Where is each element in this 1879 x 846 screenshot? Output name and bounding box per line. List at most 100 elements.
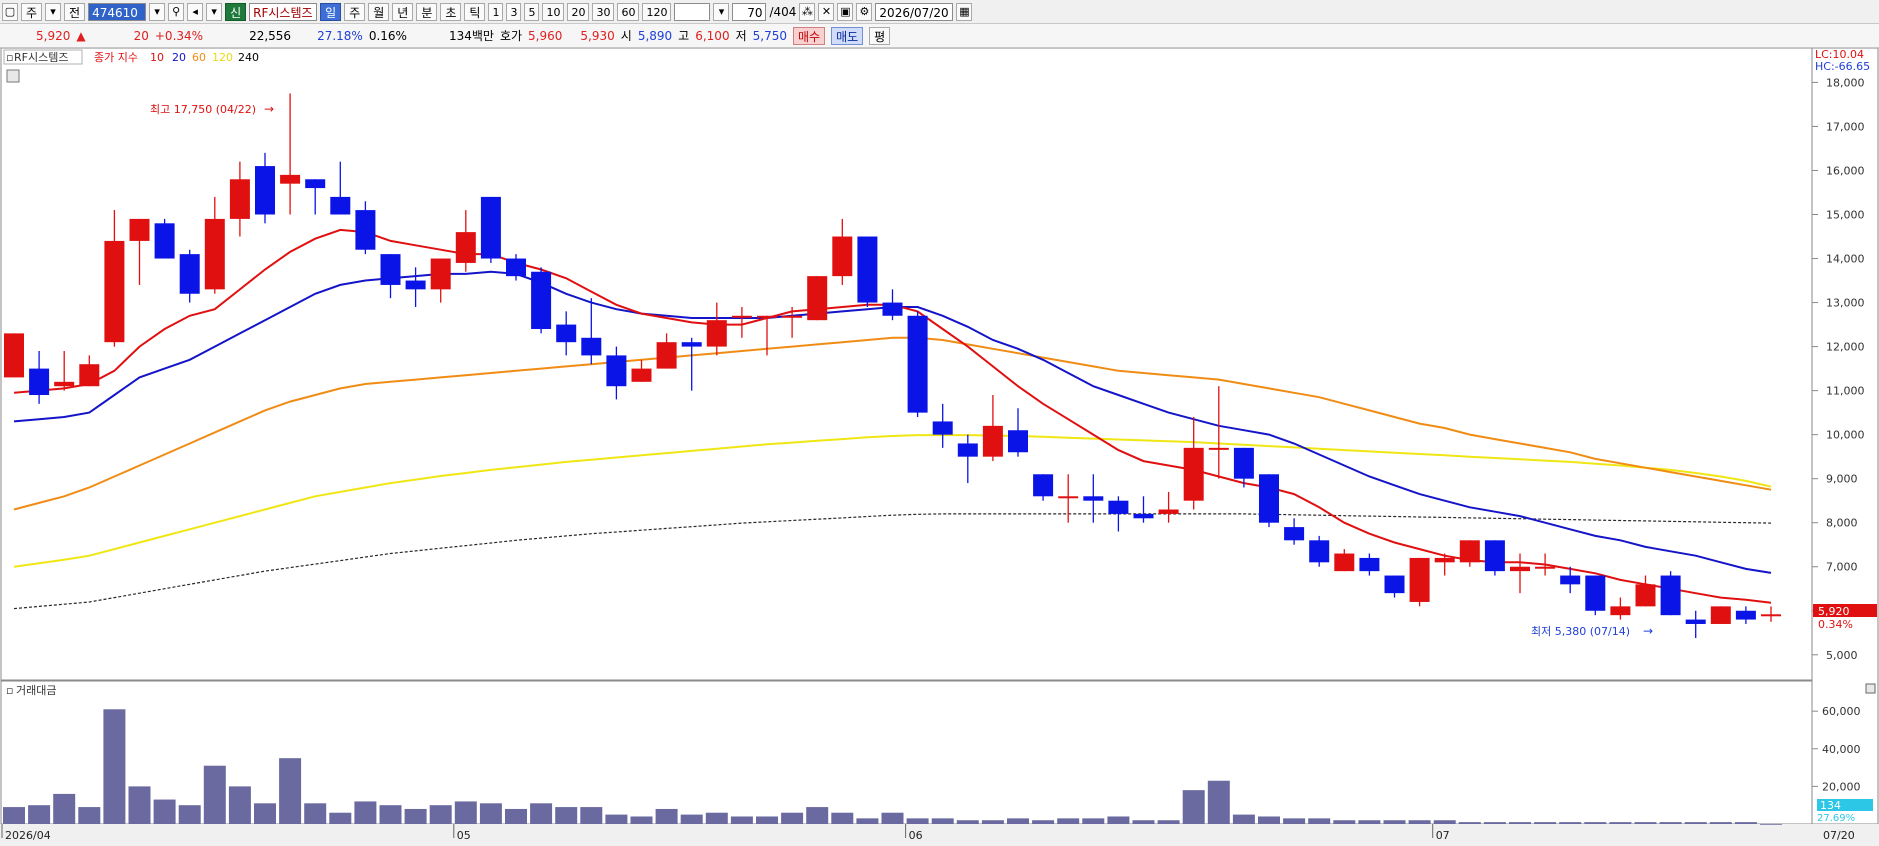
volume-bar bbox=[605, 814, 628, 824]
volume-pct-tag: 27.69% bbox=[1817, 813, 1855, 824]
up-arrow-icon: ▲ bbox=[76, 28, 86, 43]
candle-body bbox=[1284, 527, 1305, 541]
volume-bar bbox=[1584, 822, 1607, 824]
candle-body bbox=[581, 337, 602, 356]
custom-interval-input[interactable] bbox=[674, 2, 711, 21]
candle-body bbox=[857, 236, 878, 303]
candle-body bbox=[305, 179, 326, 189]
high-price: 6,100 bbox=[695, 28, 730, 43]
evaluate-button[interactable]: 평 bbox=[869, 26, 891, 45]
tab-period-week[interactable]: 주 bbox=[344, 2, 366, 21]
date-input[interactable]: 2026/07/20 bbox=[875, 2, 954, 21]
volume-bar bbox=[1283, 818, 1306, 824]
volume-bar bbox=[1483, 822, 1506, 824]
window-icon[interactable]: ▢ bbox=[2, 2, 18, 21]
volume-bar bbox=[1684, 822, 1707, 824]
interval-60[interactable]: 60 bbox=[617, 2, 640, 21]
volume-bar bbox=[1433, 820, 1456, 824]
price-tick-label: 10,000 bbox=[1826, 429, 1865, 442]
low-price: 5,750 bbox=[752, 28, 787, 43]
volume-bar bbox=[1333, 820, 1356, 824]
volume-bar bbox=[806, 807, 829, 824]
candle-body bbox=[1660, 575, 1681, 616]
interval-20[interactable]: 20 bbox=[567, 2, 590, 21]
save-icon[interactable]: ▣ bbox=[837, 2, 854, 21]
tab-period-minute[interactable]: 분 bbox=[416, 2, 438, 21]
cross-cursor-icon[interactable]: ✕ bbox=[818, 2, 835, 21]
volume-bar bbox=[28, 805, 51, 824]
chevron-down-icon[interactable]: ▾ bbox=[45, 2, 62, 21]
volume-bar bbox=[354, 801, 377, 824]
candle-body bbox=[1208, 447, 1229, 450]
search-icon[interactable]: ⚲ bbox=[168, 2, 185, 21]
interval-30[interactable]: 30 bbox=[592, 2, 615, 21]
candle-body bbox=[1510, 566, 1530, 572]
price-tick-label: 9,000 bbox=[1826, 473, 1858, 486]
volume-bar bbox=[906, 818, 929, 824]
volume-last-tag-text: 134 bbox=[1820, 799, 1841, 812]
candle-body bbox=[229, 179, 250, 219]
interval-10[interactable]: 10 bbox=[542, 2, 565, 21]
candle-body bbox=[54, 381, 75, 387]
legend-dot: ▫ bbox=[6, 51, 13, 64]
x-axis-area bbox=[0, 824, 1879, 846]
candle-body bbox=[882, 302, 903, 316]
interval-1[interactable]: 1 bbox=[488, 2, 504, 21]
candle-body bbox=[1635, 584, 1656, 607]
trade-volume: 22,556 bbox=[249, 28, 292, 43]
volume-panel-close-icon[interactable] bbox=[1865, 683, 1876, 694]
candle-body bbox=[1560, 575, 1581, 585]
tab-period-day[interactable]: 일 bbox=[320, 2, 342, 21]
sell-button[interactable]: 매도 bbox=[831, 26, 864, 45]
stock-code-input[interactable]: 474610 bbox=[88, 2, 147, 21]
candle-body bbox=[255, 166, 275, 215]
tab-period-tick[interactable]: 틱 bbox=[464, 2, 486, 21]
table-toggle-icon[interactable] bbox=[6, 69, 20, 83]
trade-amount: 134백만 bbox=[448, 29, 494, 43]
volume-bar bbox=[555, 807, 578, 824]
volume-bar bbox=[1132, 820, 1155, 824]
stock-name-field[interactable]: RF시스템즈 bbox=[249, 2, 318, 21]
candle-body bbox=[1761, 614, 1781, 617]
speaker-icon[interactable]: ◂ bbox=[187, 2, 204, 21]
tab-period-second[interactable]: 초 bbox=[440, 2, 462, 21]
stock-chart[interactable]: ▫ RF시스템즈 종가 지수 10 20 60 120 240 LC:10.04… bbox=[0, 48, 1879, 846]
interval-5[interactable]: 5 bbox=[524, 2, 540, 21]
candle-body bbox=[1259, 474, 1279, 523]
quote-bar: 5,920 ▲ 20 +0.34% 22,556 27.18% 0.16% 13… bbox=[0, 24, 1879, 48]
open-label: 시 bbox=[620, 29, 632, 43]
period-main-button[interactable]: 주 bbox=[21, 2, 43, 21]
low-label: 저 bbox=[735, 29, 747, 43]
interval-dropdown-icon[interactable]: ▾ bbox=[713, 2, 730, 21]
legend-ma120: 120 bbox=[212, 51, 233, 64]
candle-body bbox=[982, 425, 1003, 457]
volume-bar bbox=[203, 765, 226, 824]
market-type-button[interactable]: 전 bbox=[64, 2, 86, 21]
candle-body bbox=[104, 240, 125, 343]
tab-period-year[interactable]: 년 bbox=[392, 2, 414, 21]
gear-icon[interactable]: ⚙ bbox=[856, 2, 873, 21]
display-count-input[interactable]: 70 bbox=[732, 2, 767, 21]
interval-3[interactable]: 3 bbox=[506, 2, 522, 21]
candle-body bbox=[355, 210, 376, 250]
buy-button[interactable]: 매수 bbox=[792, 26, 826, 45]
tab-period-month[interactable]: 월 bbox=[368, 2, 390, 21]
volume-bar bbox=[329, 812, 352, 824]
volume-panel-title: 거래대금 bbox=[16, 684, 56, 697]
candle-body bbox=[1108, 500, 1129, 514]
volume-bar bbox=[1032, 820, 1055, 824]
candle-body bbox=[731, 315, 752, 318]
volume-bar bbox=[1509, 822, 1531, 824]
speaker-dropdown-icon[interactable]: ▾ bbox=[206, 2, 223, 21]
volume-ratio: 0.16% bbox=[368, 28, 407, 43]
volume-bar bbox=[1534, 822, 1557, 824]
candle-body bbox=[1309, 540, 1330, 563]
calendar-icon[interactable]: ▦ bbox=[956, 2, 973, 21]
price-tick-label: 8,000 bbox=[1826, 517, 1858, 530]
candle-body bbox=[154, 223, 175, 259]
link-icon[interactable]: ⁂ bbox=[799, 2, 816, 21]
interval-120[interactable]: 120 bbox=[642, 2, 672, 21]
code-dropdown-icon[interactable]: ▾ bbox=[149, 2, 166, 21]
candle-body bbox=[1334, 553, 1355, 572]
candle-body bbox=[531, 271, 552, 329]
